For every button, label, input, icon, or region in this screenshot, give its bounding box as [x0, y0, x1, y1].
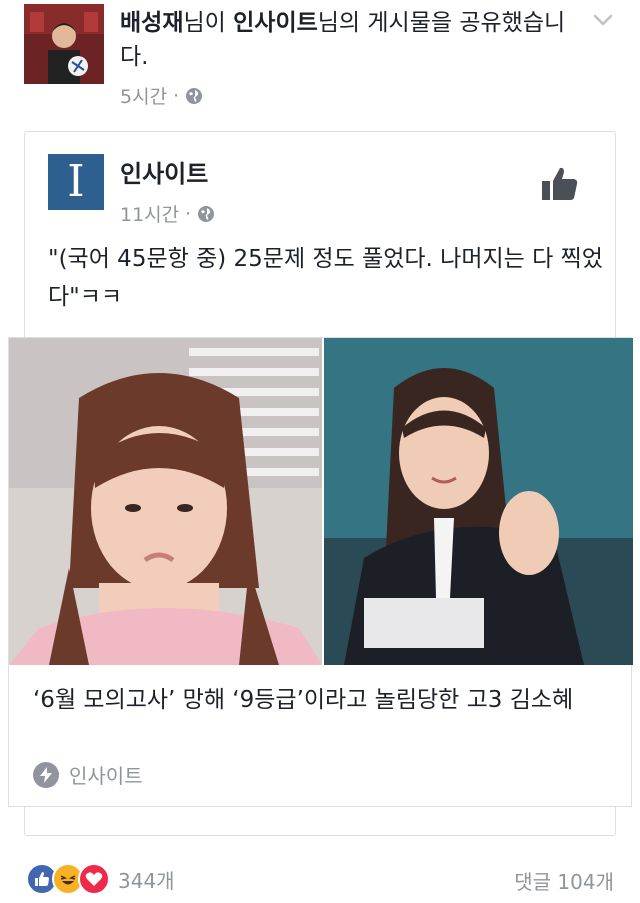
love-reaction-icon	[78, 863, 110, 895]
globe-icon	[186, 87, 203, 104]
meta-separator: ·	[185, 202, 192, 225]
link-image-right[interactable]	[324, 338, 633, 665]
share-attribution: 배성재님이 인사이트님의 게시물을 공유했습니다.	[120, 6, 580, 74]
sharer-name-link[interactable]: 배성재	[120, 10, 183, 36]
reactions-summary[interactable]: 344개	[26, 863, 175, 895]
globe-icon	[198, 205, 215, 222]
post-page-name[interactable]: 인사이트	[120, 154, 208, 189]
comment-count[interactable]: 댓글 104개	[514, 866, 614, 895]
sharer-avatar[interactable]	[24, 4, 104, 84]
instant-article-bolt-icon	[33, 761, 59, 788]
link-preview[interactable]: ‘6월 모의고사’ 망해 ‘9등급’이라고 놀림당한 고3 김소혜 인사이트	[8, 337, 633, 807]
link-source-name: 인사이트	[69, 764, 143, 788]
link-title[interactable]: ‘6월 모의고사’ 망해 ‘9등급’이라고 놀림당한 고3 김소혜	[33, 681, 613, 719]
post-text: "(국어 45문항 중) 25문제 정도 풀었다. 나머지는 다 찍었다"ㅋㅋ	[48, 246, 603, 310]
like-page-icon[interactable]	[540, 164, 580, 204]
link-image-left[interactable]	[9, 338, 322, 665]
page-logo[interactable]: I	[48, 154, 104, 210]
chevron-down-icon[interactable]	[592, 12, 614, 28]
post-timestamp[interactable]: 11시간	[120, 200, 179, 227]
link-source: 인사이트	[33, 760, 143, 789]
share-meta: 5시간 ·	[120, 82, 203, 109]
share-timestamp[interactable]: 5시간	[120, 82, 167, 109]
meta-separator: ·	[173, 84, 180, 107]
page-name-link[interactable]: 인사이트	[233, 10, 318, 36]
share-text-part1: 님이	[183, 10, 234, 36]
post-meta: 11시간 ·	[120, 200, 215, 227]
reaction-count[interactable]: 344개	[118, 865, 175, 894]
